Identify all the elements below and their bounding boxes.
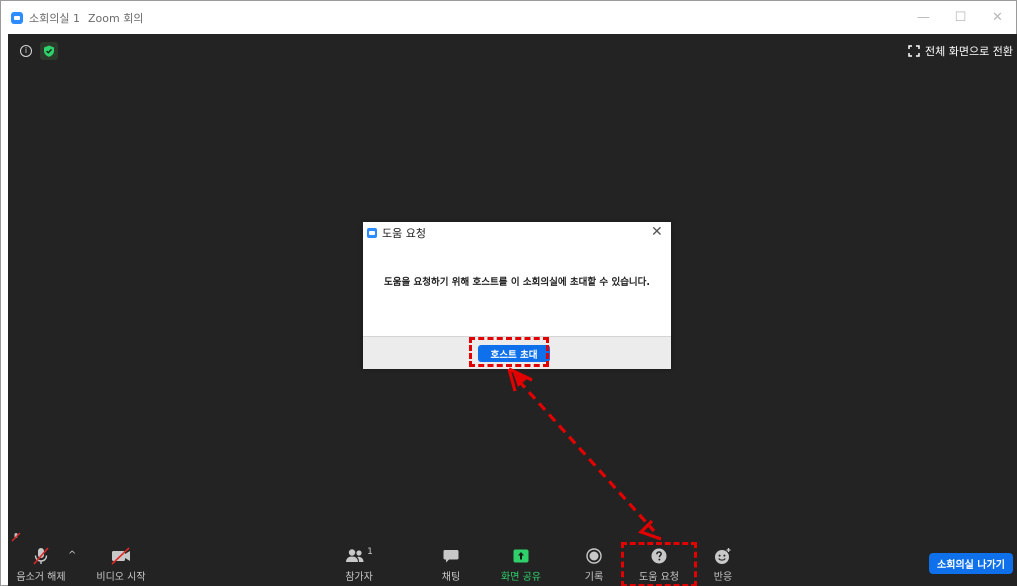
- shield-icon[interactable]: [40, 42, 58, 60]
- chat-label: 채팅: [441, 572, 461, 583]
- meeting-toolbar: 음소거 해제 ^ 비디오 시작 1 참가자 채팅 화면 공유 기록 도움 요청 …: [8, 542, 1017, 586]
- zoom-logo-icon: [11, 11, 23, 24]
- close-button[interactable]: ✕: [979, 1, 1016, 34]
- fullscreen-button[interactable]: 전체 화면으로 전환: [908, 41, 1013, 61]
- leave-room-button[interactable]: 소회의실 나가기: [929, 553, 1013, 574]
- reactions-label: 반응: [713, 572, 733, 583]
- maximize-button[interactable]: ☐: [942, 1, 979, 34]
- record-button[interactable]: 기록: [581, 545, 607, 583]
- annotation-box-help: [621, 542, 697, 586]
- share-screen-button[interactable]: 화면 공유: [498, 545, 544, 583]
- dialog-close-icon[interactable]: ✕: [651, 225, 663, 239]
- share-screen-icon: [513, 545, 529, 567]
- annotation-box-invite: [469, 337, 549, 367]
- info-icon[interactable]: i: [20, 45, 32, 57]
- unmute-label: 음소거 해제: [16, 572, 66, 583]
- meeting-area: i 전체 화면으로 전환 도움 요청 ✕ 도움을 요청하기 위해 호스트를 이 …: [8, 34, 1017, 586]
- record-icon: [586, 545, 602, 567]
- fullscreen-icon: [908, 45, 920, 57]
- zoom-window: 소회의실 1 Zoom 회의 — ☐ ✕ i 전체 화면으로 전환 도움 요청 …: [0, 0, 1017, 586]
- window-title: 소회의실 1 Zoom 회의: [29, 10, 143, 26]
- dialog-message: 도움을 요청하기 위해 호스트를 이 소회의실에 초대할 수 있습니다.: [383, 277, 651, 288]
- chat-button[interactable]: 채팅: [436, 545, 466, 583]
- share-screen-label: 화면 공유: [501, 572, 541, 583]
- participants-button[interactable]: 1 참가자: [338, 545, 380, 583]
- reaction-smiley-icon: [714, 545, 732, 567]
- chat-icon: [443, 545, 459, 567]
- mic-muted-icon: [31, 545, 51, 567]
- zoom-logo-icon: [367, 228, 377, 238]
- unmute-button[interactable]: 음소거 해제: [11, 545, 71, 583]
- minimize-button[interactable]: —: [905, 1, 942, 34]
- start-video-button[interactable]: 비디오 시작: [93, 545, 149, 583]
- muted-indicator-icon: [11, 527, 21, 542]
- window-controls: — ☐ ✕: [905, 1, 1016, 34]
- participant-count: 1: [367, 547, 373, 557]
- audio-options-caret-icon[interactable]: ^: [68, 550, 76, 561]
- dialog-title: 도움 요청: [382, 227, 426, 240]
- record-label: 기록: [584, 572, 604, 583]
- fullscreen-label: 전체 화면으로 전환: [925, 45, 1013, 58]
- start-video-label: 비디오 시작: [96, 572, 146, 583]
- reactions-button[interactable]: 반응: [710, 545, 736, 583]
- title-bar: 소회의실 1 Zoom 회의 — ☐ ✕: [1, 1, 1016, 34]
- window-title-app: Zoom 회의: [87, 11, 144, 25]
- dialog-header: 도움 요청 ✕: [363, 222, 671, 244]
- participants-icon: 1: [345, 545, 373, 567]
- window-title-room: 소회의실 1: [29, 11, 80, 25]
- participants-label: 참가자: [345, 572, 373, 583]
- video-off-icon: [110, 545, 132, 567]
